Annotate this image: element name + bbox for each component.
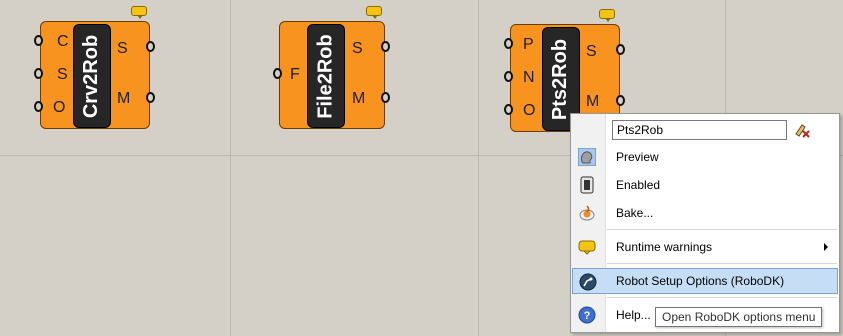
file2rob-component[interactable]: F File2Rob S M xyxy=(279,21,385,129)
bake-icon xyxy=(579,205,595,221)
input-port-n: N xyxy=(523,69,535,86)
enabled-icon xyxy=(580,176,594,194)
canvas-grid-line xyxy=(478,0,479,336)
warning-flag-icon[interactable] xyxy=(599,9,615,22)
component-nickname: Crv2Rob xyxy=(73,24,111,128)
submenu-arrow-icon xyxy=(824,243,828,251)
input-grip[interactable] xyxy=(273,68,282,79)
menu-separator xyxy=(607,229,837,230)
output-grip[interactable] xyxy=(381,41,390,52)
output-grip[interactable] xyxy=(616,44,625,55)
robodk-icon xyxy=(579,273,597,291)
input-port-f: F xyxy=(290,66,300,83)
warning-icon xyxy=(578,240,596,255)
help-icon: ? xyxy=(578,306,596,324)
menu-separator xyxy=(607,263,837,264)
input-grip[interactable] xyxy=(504,104,513,115)
input-grip[interactable] xyxy=(34,35,43,46)
output-grip[interactable] xyxy=(616,95,625,106)
input-grip[interactable] xyxy=(504,71,513,82)
input-grip[interactable] xyxy=(34,68,43,79)
menu-item-enabled[interactable]: Enabled xyxy=(572,172,838,198)
menu-item-robot-setup-options[interactable]: Robot Setup Options (RoboDK) xyxy=(572,268,838,294)
output-port-s: S xyxy=(586,43,597,60)
canvas-grid-line xyxy=(230,0,231,336)
output-grip[interactable] xyxy=(146,92,155,103)
input-grip[interactable] xyxy=(34,101,43,112)
input-port-o: O xyxy=(523,102,536,119)
menu-item-preview[interactable]: Preview xyxy=(572,144,838,170)
output-port-s: S xyxy=(117,40,128,57)
output-port-s: S xyxy=(352,40,363,57)
output-grip[interactable] xyxy=(146,41,155,52)
input-port-o: O xyxy=(53,99,66,116)
output-grip[interactable] xyxy=(381,92,390,103)
svg-text:?: ? xyxy=(584,310,591,322)
input-port-s: S xyxy=(57,66,68,83)
output-port-m: M xyxy=(352,90,366,107)
menu-item-runtime-warnings[interactable]: Runtime warnings xyxy=(572,234,838,260)
component-nickname: File2Rob xyxy=(307,24,345,128)
warning-flag-icon[interactable] xyxy=(366,6,382,19)
menu-item-bake[interactable]: Bake... xyxy=(572,200,838,226)
crv2rob-component[interactable]: C S O Crv2Rob S M xyxy=(40,21,150,129)
component-context-menu: Pts2Rob Preview Enabled Bake... Runtime … xyxy=(570,113,840,333)
preview-icon xyxy=(578,148,596,166)
input-port-p: P xyxy=(523,36,534,53)
input-grip[interactable] xyxy=(504,38,513,49)
output-port-m: M xyxy=(117,90,131,107)
rename-icon[interactable] xyxy=(793,122,811,138)
output-port-m: M xyxy=(586,93,600,110)
component-name-field[interactable]: Pts2Rob xyxy=(612,120,787,140)
tooltip: Open RoboDK options menu xyxy=(655,307,823,327)
menu-separator xyxy=(607,297,837,298)
input-port-c: C xyxy=(57,33,69,50)
warning-flag-icon[interactable] xyxy=(131,6,147,19)
